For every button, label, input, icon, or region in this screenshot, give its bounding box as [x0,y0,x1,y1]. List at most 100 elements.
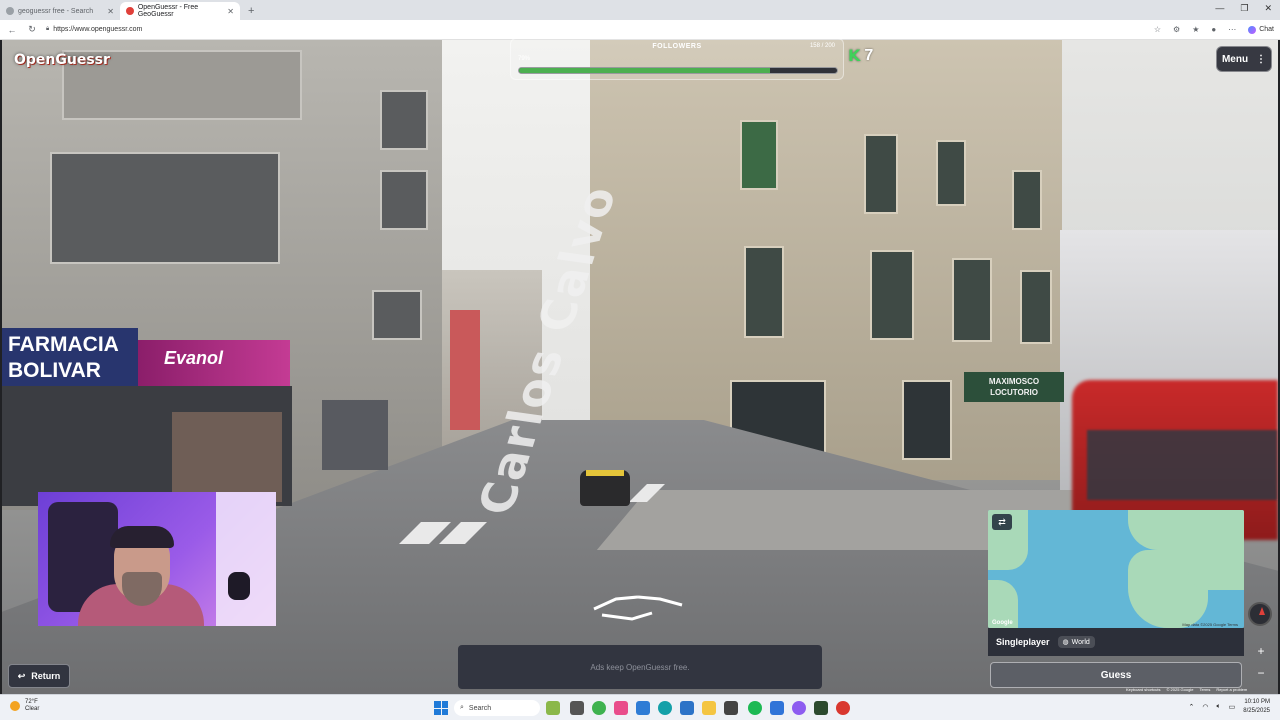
close-tab-icon[interactable]: ✕ [107,7,114,16]
building-window [864,134,898,214]
edge-browser-icon[interactable] [658,701,672,715]
system-tray: ⌃ ◠ 🔈︎ ▭ 10:10 PM 8/25/2025 [1188,698,1270,716]
weather-widget[interactable]: 72°F Clear [10,699,39,713]
spotify-icon[interactable] [748,701,762,715]
volume-icon[interactable]: 🔈︎ [1216,703,1220,711]
windows-start-icon[interactable] [434,701,448,715]
chat-label: Chat [1259,26,1274,33]
taskbar-app-icon[interactable] [546,701,560,715]
kick-logo-icon: K [848,46,861,65]
map-footer-links: Keyboard shortcuts © 2025 Google Terms R… [1126,687,1247,692]
map-attribution: Map data ©2025 Google Terms [1182,622,1238,627]
refresh-icon[interactable]: ↻ [26,24,38,35]
map-land-asia [1188,530,1244,590]
url-field[interactable]: 🔒︎ https://www.openguessr.com [46,26,142,33]
google-logo: Google [992,620,1013,626]
taskbar-app-icon[interactable] [814,701,828,715]
zoom-in-icon[interactable]: + [1257,644,1264,658]
balcony [380,90,428,150]
pink-building [450,310,480,430]
balcony [380,170,428,230]
farmacia-line1: FARMACIA [8,333,119,356]
compass-icon[interactable] [1248,602,1272,626]
webcam-background [216,492,276,626]
wifi-icon[interactable]: ◠ [1202,703,1208,711]
return-button[interactable]: ↩ Return [8,664,70,688]
kick-follower-badge: K 7 [848,46,873,65]
taskbar-app-icon[interactable] [836,701,850,715]
window-controls: — ❐ ✕ [1215,3,1272,14]
evanol-sign: Evanol [138,340,290,386]
taskbar-app-icon[interactable] [680,701,694,715]
tray-chevron-icon[interactable]: ⌃ [1188,703,1194,711]
guess-button[interactable]: Guess [990,662,1242,688]
kebab-menu-icon: ⋮ [1256,53,1267,65]
building-window [936,140,966,206]
taskbar-app-icon[interactable] [792,701,806,715]
favorites-icon[interactable]: ★ [1192,25,1199,34]
weather-text: 72°F Clear [25,699,39,713]
followers-percent: 79% [518,56,531,62]
windows-taskbar: 72°F Clear ⌕ Search ⌃ ◠ 🔈︎ ▭ 10:10 PM 8/… [0,694,1280,720]
weather-desc: Clear [25,706,40,712]
close-window-icon[interactable]: ✕ [1264,3,1272,14]
building-window [952,258,992,342]
move-arrow-icon[interactable] [592,595,684,621]
chat-button[interactable]: Chat [1248,25,1274,34]
building-window [870,250,914,340]
tab-openguessr[interactable]: OpenGuessr - Free GeoGuessr ✕ [120,2,240,20]
guess-map[interactable]: ⇄ Google Map data ©2025 Google Terms [988,510,1244,628]
tab-title: OpenGuessr - Free GeoGuessr [137,4,199,18]
report-problem-link[interactable]: Report a problem [1216,687,1247,692]
menu-button[interactable]: Menu ⋮ [1216,46,1272,72]
browser-toolbar-right: ☆ ⚙ ★ ● ⋯ Chat [1154,25,1274,34]
building-window [1020,270,1052,344]
microphone [228,572,250,600]
battery-icon[interactable]: ▭ [1229,703,1236,711]
region-badge[interactable]: ◍ World [1057,636,1095,648]
clock-date: 8/25/2025 [1243,708,1270,714]
extensions-icon[interactable]: ⚙ [1173,25,1180,34]
profile-avatar-icon[interactable]: ● [1211,25,1216,34]
star-icon[interactable]: ☆ [1154,25,1161,34]
followers-progress-track [518,67,838,74]
building-window [744,246,784,338]
ad-banner: Ads keep OpenGuessr free. [458,645,822,689]
map-expand-icon[interactable]: ⇄ [992,514,1012,530]
terms-link[interactable]: Terms [1199,687,1210,692]
taskbar-app-icon[interactable] [636,701,650,715]
tab-search[interactable]: geoguessr free - Search ✕ [0,2,120,20]
taskbar-app-icon[interactable] [770,701,784,715]
minimize-icon[interactable]: — [1215,3,1224,14]
openguessr-logo[interactable]: OpenGuessr [14,52,110,68]
store-shelf [322,400,388,470]
taskbar-app-icon[interactable] [592,701,606,715]
more-options-icon[interactable]: ⋯ [1228,25,1236,34]
followers-title: FOLLOWERS [652,43,702,50]
sun-icon [10,701,20,711]
new-tab-button[interactable]: + [240,2,262,20]
maximize-icon[interactable]: ❐ [1240,3,1248,14]
menu-label: Menu [1221,53,1249,65]
taskbar-app-icon[interactable] [724,701,738,715]
file-explorer-icon[interactable] [702,701,716,715]
taskbar-app-icon[interactable] [570,701,584,715]
followers-progress-panel: FOLLOWERS 158 / 200 79% [510,38,844,80]
system-clock[interactable]: 10:10 PM 8/25/2025 [1243,698,1270,716]
game-mode-bar: Singleplayer ◍ World [988,628,1244,656]
taskbar-app-icon[interactable] [614,701,628,715]
followers-count: 158 / 200 [809,43,835,49]
zoom-controls: + − [1252,640,1270,684]
taskbar-search[interactable]: ⌕ Search [454,700,540,716]
copilot-icon [1248,25,1257,34]
close-tab-icon[interactable]: ✕ [227,7,234,16]
search-icon: ⌕ [460,704,464,711]
back-arrow-icon[interactable]: ← [6,25,18,35]
taxi-roof [586,470,624,476]
zoom-out-icon[interactable]: − [1257,666,1264,680]
followers-progress-fill [519,68,771,73]
keyboard-shortcuts-link[interactable]: Keyboard shortcuts [1126,687,1160,692]
globe-icon: ◍ [1062,639,1069,646]
kick-count: 7 [864,46,874,64]
building-window [1012,170,1042,230]
